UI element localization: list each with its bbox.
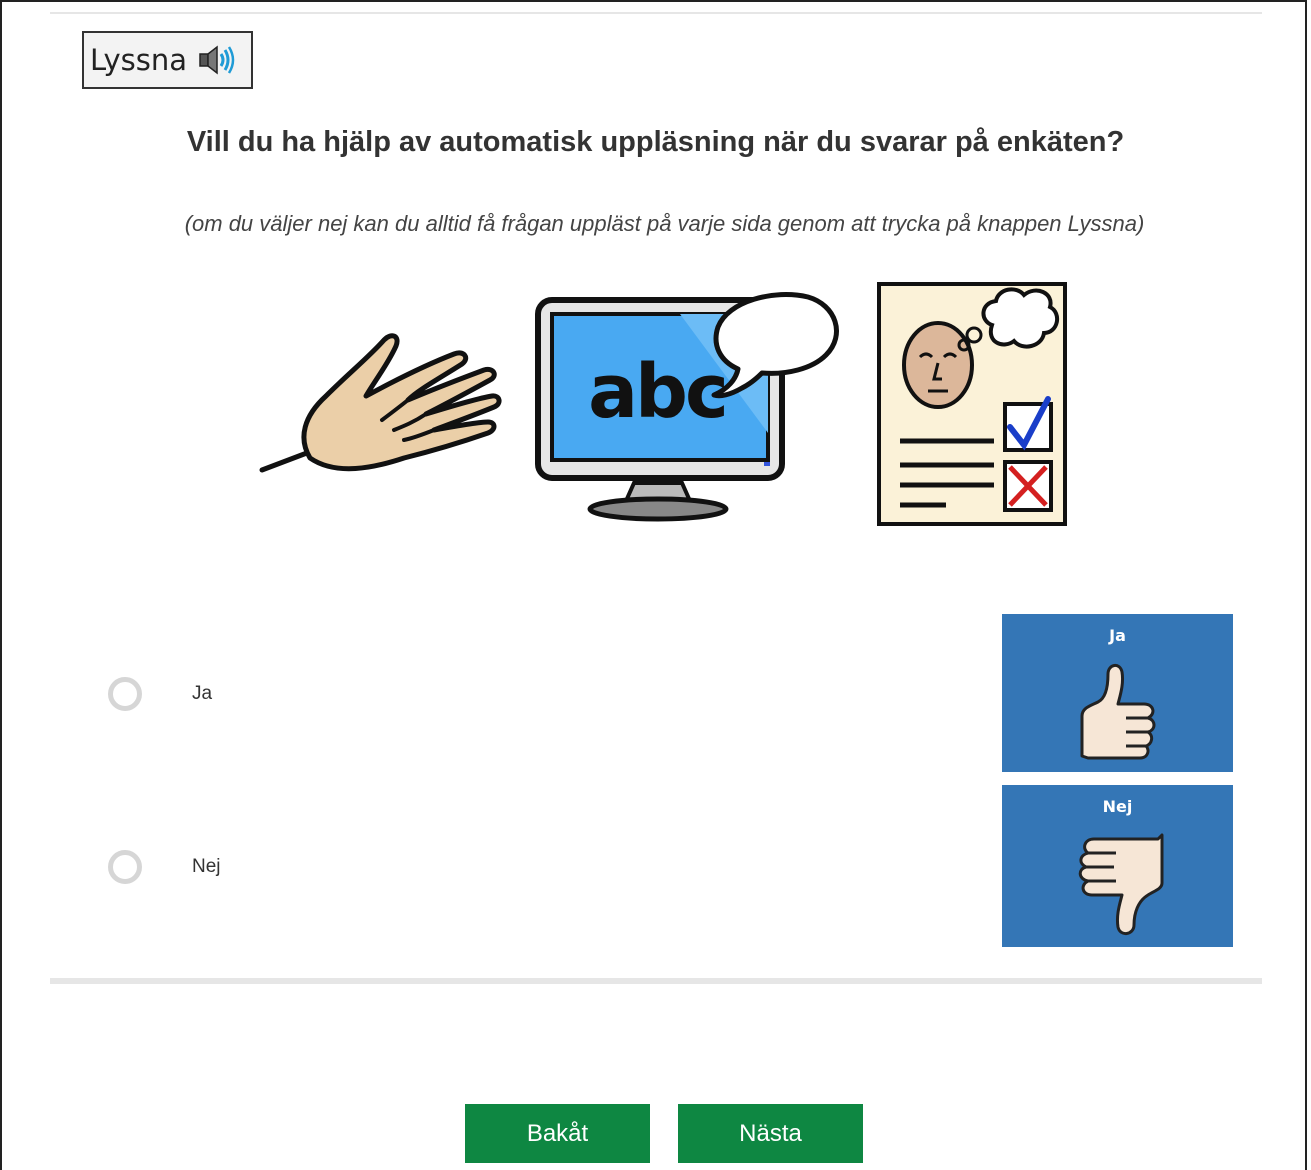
option-nej[interactable]: Nej	[108, 845, 408, 889]
speaker-icon	[197, 44, 237, 76]
radio-ja[interactable]	[108, 677, 142, 711]
listen-button[interactable]: Lyssna	[82, 31, 253, 89]
option-ja[interactable]: Ja	[108, 672, 408, 716]
survey-form-icon	[877, 282, 1067, 526]
radio-nej[interactable]	[108, 850, 142, 884]
monitor-text: abc	[588, 349, 726, 435]
thumbs-up-icon	[1080, 664, 1156, 760]
tile-ja-label: Ja	[1109, 626, 1126, 645]
page-frame	[0, 0, 1307, 1170]
tile-nej[interactable]: Nej	[1002, 785, 1233, 947]
thumbs-down-icon	[1078, 833, 1164, 935]
tile-nej-label: Nej	[1102, 797, 1133, 816]
option-ja-label: Ja	[192, 683, 213, 704]
top-divider	[50, 12, 1262, 14]
tile-ja[interactable]: Ja	[1002, 614, 1233, 772]
question-heading: Vill du ha hjälp av automatisk uppläsnin…	[186, 126, 1125, 158]
bottom-divider	[50, 978, 1262, 984]
question-hint: (om du väljer nej kan du alltid få fråga…	[184, 211, 1145, 236]
hand-icon	[259, 333, 502, 473]
back-button[interactable]: Bakåt	[465, 1104, 650, 1163]
next-button[interactable]: Nästa	[678, 1104, 863, 1163]
option-nej-label: Nej	[192, 856, 221, 877]
listen-button-label: Lyssna	[90, 43, 188, 77]
monitor-speech-icon: abc	[535, 292, 839, 522]
